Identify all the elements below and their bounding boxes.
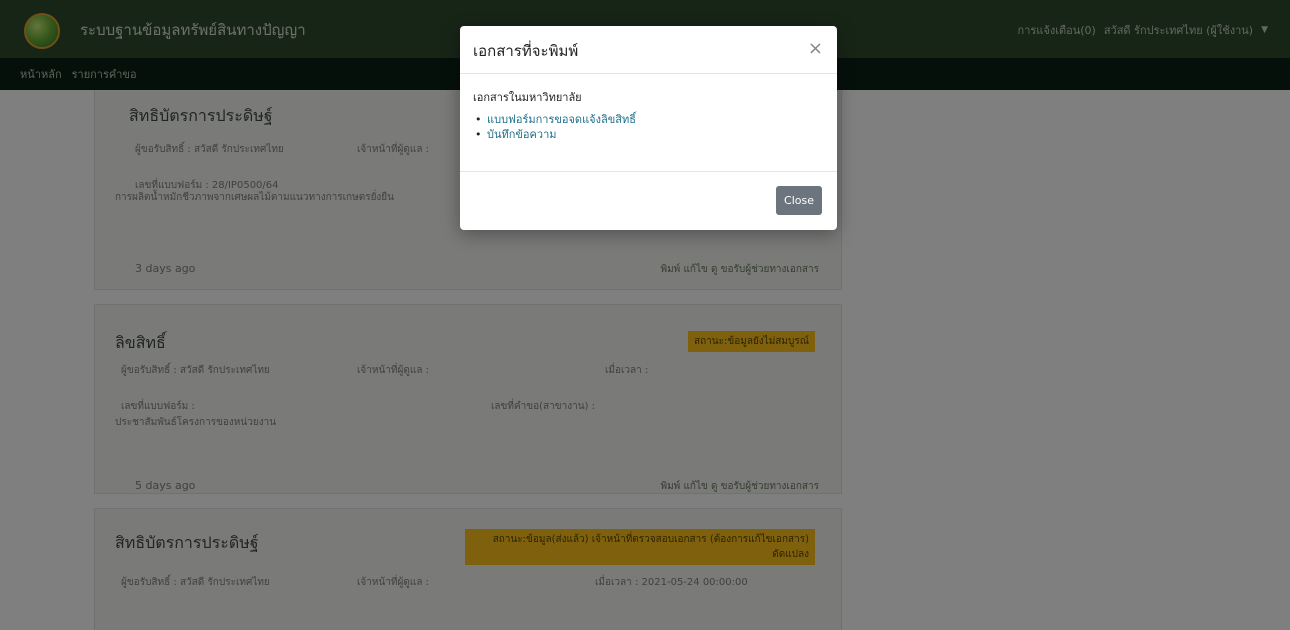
list-item: แบบฟอร์มการขอจดแจ้งลิขสิทธิ์ bbox=[475, 112, 824, 127]
print-documents-modal: เอกสารที่จะพิมพ์ × เอกสารในมหาวิทยาลัย แ… bbox=[460, 26, 837, 230]
close-icon[interactable]: × bbox=[808, 40, 823, 58]
modal-header: เอกสารที่จะพิมพ์ × bbox=[460, 26, 837, 74]
modal-body: เอกสารในมหาวิทยาลัย แบบฟอร์มการขอจดแจ้งล… bbox=[460, 74, 837, 172]
list-item: บันทึกข้อความ bbox=[475, 127, 824, 142]
modal-footer: Close bbox=[460, 172, 837, 230]
modal-title: เอกสารที่จะพิมพ์ bbox=[473, 42, 579, 60]
close-button[interactable]: Close bbox=[776, 186, 822, 215]
document-link-memo[interactable]: บันทึกข้อความ bbox=[487, 128, 557, 141]
document-link-copyright-form[interactable]: แบบฟอร์มการขอจดแจ้งลิขสิทธิ์ bbox=[487, 113, 636, 126]
section-label: เอกสารในมหาวิทยาลัย bbox=[473, 91, 582, 104]
document-list: แบบฟอร์มการขอจดแจ้งลิขสิทธิ์ บันทึกข้อคว… bbox=[473, 112, 824, 142]
